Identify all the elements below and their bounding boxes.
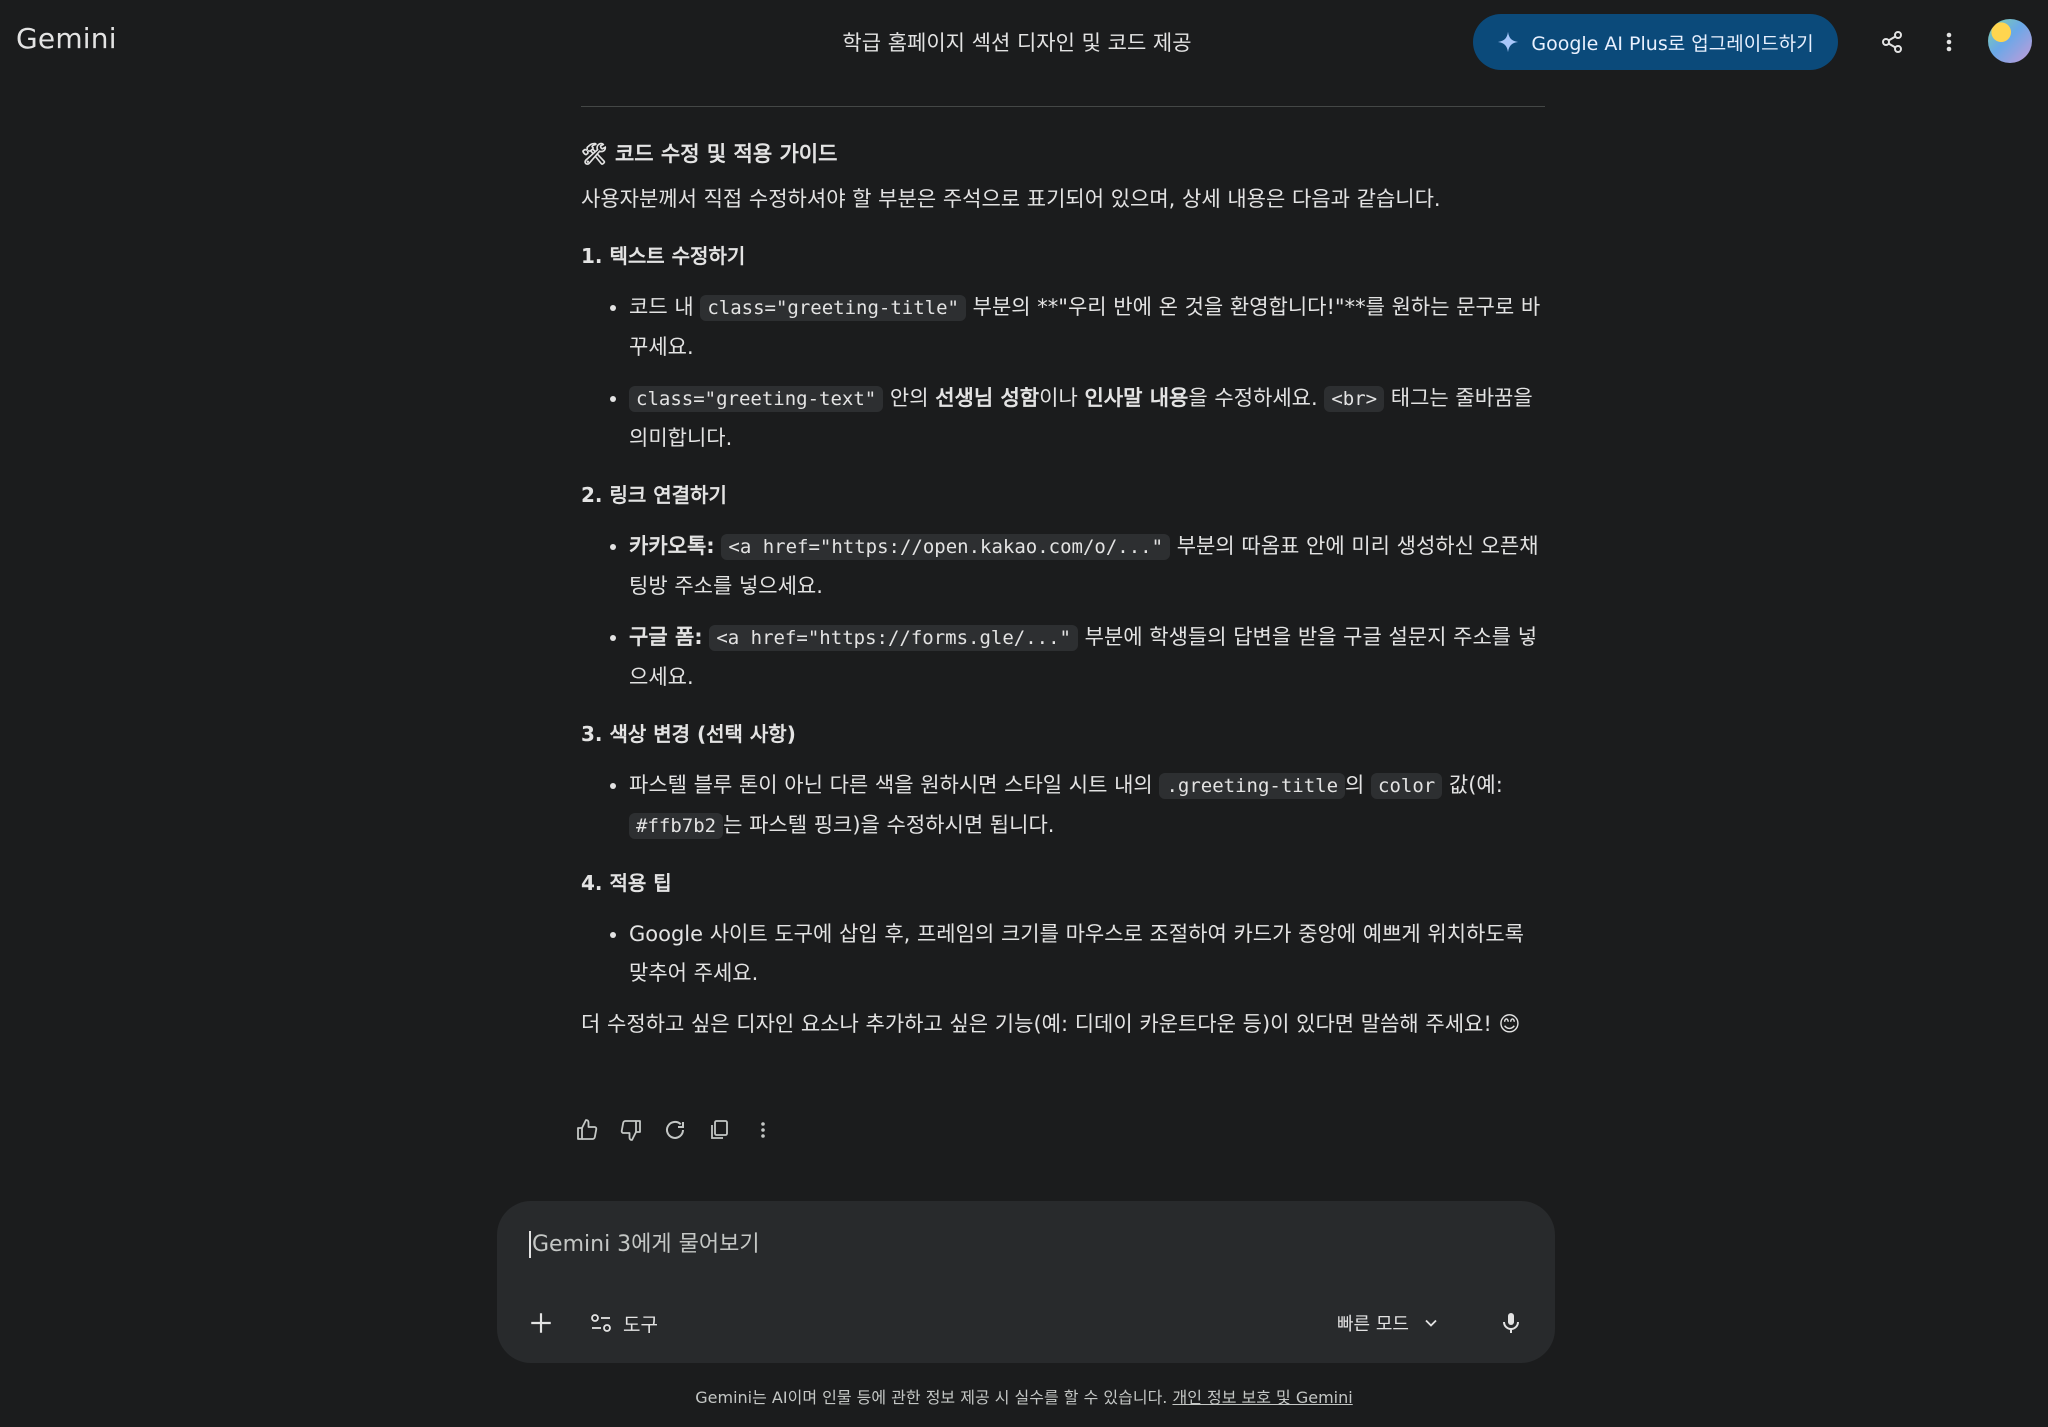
tools-label: 도구 (623, 1313, 658, 1336)
text: 을 수정하세요. (1188, 386, 1325, 410)
list-item: Google 사이트 도구에 삽입 후, 프레임의 크기를 마우스로 조절하여 … (629, 915, 1545, 993)
tools-emoji-icon: 🛠 (581, 142, 608, 166)
inline-code: class="greeting-title" (700, 295, 966, 321)
text: 이나 (1039, 386, 1085, 410)
chevron-down-icon (1425, 1319, 1437, 1327)
top-bar: Gemini 학급 홈페이지 섹션 디자인 및 코드 제공 Google AI … (0, 0, 2048, 84)
list-item: 코드 내 class="greeting-title" 부분의 **"우리 반에… (629, 288, 1545, 367)
list-tips: Google 사이트 도구에 삽입 후, 프레임의 크기를 마우스로 조절하여 … (581, 915, 1545, 993)
add-attachment-button[interactable] (519, 1301, 563, 1345)
list-item: class="greeting-text" 안의 선생님 성함이나 인사말 내용… (629, 379, 1545, 458)
section-title-text-edit: 1. 텍스트 수정하기 (581, 244, 746, 268)
list-item: 카카오톡: <a href="https://open.kakao.com/o/… (629, 527, 1545, 606)
section-title-tips: 4. 적용 팁 (581, 871, 672, 895)
text: 는 파스텔 핑크)을 수정하시면 됩니다. (723, 813, 1055, 837)
more-actions-button[interactable] (741, 1108, 785, 1152)
list-links: 카카오톡: <a href="https://open.kakao.com/o/… (581, 527, 1545, 697)
tools-icon (591, 1314, 611, 1332)
bold-text: 구글 폼: (629, 625, 703, 649)
more-options-button[interactable] (1927, 20, 1971, 64)
inline-code: <a href="https://open.kakao.com/o/..." (721, 534, 1171, 560)
inline-code: #ffb7b2 (629, 813, 724, 839)
response-actions (565, 1108, 785, 1152)
thumbs-down-button[interactable] (609, 1108, 653, 1152)
copy-button[interactable] (697, 1108, 741, 1152)
section-title-links: 2. 링크 연결하기 (581, 483, 727, 507)
inline-code: <br> (1324, 386, 1385, 412)
text: 의 (1345, 773, 1372, 797)
list-item: 파스텔 블루 톤이 아닌 다른 색을 원하시면 스타일 시트 내의 .greet… (629, 766, 1545, 846)
regenerate-button[interactable] (653, 1108, 697, 1152)
mode-selector[interactable]: 빠른 모드 (1337, 1301, 1441, 1345)
thumbs-up-icon (577, 1119, 598, 1140)
thumbs-down-icon (620, 1120, 641, 1141)
closing-text: 더 수정하고 싶은 디자인 요소나 추가하고 싶은 기능(예: 디데이 카운트다… (581, 1012, 1521, 1036)
bold-text: 카카오톡: (629, 534, 715, 558)
text: Google 사이트 도구에 삽입 후, 프레임의 크기를 마우스로 조절하여 … (629, 922, 1524, 985)
list-text-edit: 코드 내 class="greeting-title" 부분의 **"우리 반에… (581, 288, 1545, 458)
text: 파스텔 블루 톤이 아닌 다른 색을 원하시면 스타일 시트 내의 (629, 773, 1160, 797)
divider (581, 106, 1545, 107)
guide-heading: 🛠 코드 수정 및 적용 가이드 (581, 135, 1545, 174)
share-button[interactable] (1870, 20, 1914, 64)
text: 코드 내 (629, 295, 701, 319)
upgrade-label: Google AI Plus로 업그레이드하기 (1531, 32, 1814, 55)
microphone-button[interactable] (1489, 1301, 1533, 1345)
privacy-link[interactable]: 개인 정보 보호 및 Gemini (1172, 1388, 1352, 1407)
tools-button[interactable]: 도구 (589, 1301, 658, 1345)
share-icon (1882, 31, 1902, 53)
plus-icon (531, 1313, 551, 1333)
upgrade-button[interactable]: Google AI Plus로 업그레이드하기 (1473, 14, 1838, 70)
inline-code: color (1371, 773, 1443, 799)
microphone-icon (1503, 1313, 1519, 1333)
list-colors: 파스텔 블루 톤이 아닌 다른 색을 원하시면 스타일 시트 내의 .greet… (581, 766, 1545, 846)
copy-icon (711, 1120, 728, 1139)
more-vert-icon (1946, 32, 1952, 52)
refresh-icon (666, 1120, 684, 1139)
inline-code: class="greeting-text" (629, 386, 884, 412)
response-content: 🛠 코드 수정 및 적용 가이드 사용자분께서 직접 수정하셔야 할 부분은 주… (581, 80, 1545, 1062)
guide-intro: 사용자분께서 직접 수정하셔야 할 부분은 주석으로 표기되어 있으며, 상세 … (581, 187, 1441, 211)
text: 값(예: (1442, 773, 1503, 797)
prompt-input[interactable] (529, 1231, 1134, 1258)
bold-text: 선생님 성함 (935, 386, 1040, 410)
section-title-colors: 3. 색상 변경 (선택 사항) (581, 722, 796, 746)
guide-heading-text: 코드 수정 및 적용 가이드 (607, 142, 838, 166)
mode-label: 빠른 모드 (1337, 1314, 1409, 1335)
list-item: 구글 폼: <a href="https://forms.gle/..." 부분… (629, 618, 1545, 697)
avatar[interactable] (1988, 19, 2032, 63)
inline-code: <a href="https://forms.gle/..." (709, 625, 1078, 651)
disclaimer: Gemini는 AI이며 인물 등에 관한 정보 제공 시 실수를 할 수 있습… (0, 1384, 2048, 1408)
prompt-composer: 도구 빠른 모드 (497, 1201, 1555, 1363)
disclaimer-text: Gemini는 AI이며 인물 등에 관한 정보 제공 시 실수를 할 수 있습… (695, 1388, 1173, 1407)
sparkle-icon (1498, 31, 1519, 53)
text: 안의 (883, 386, 936, 410)
bold-text: 인사말 내용 (1084, 386, 1189, 410)
inline-code: .greeting-title (1159, 773, 1346, 799)
more-vert-icon (761, 1122, 765, 1138)
thumbs-up-button[interactable] (565, 1108, 609, 1152)
